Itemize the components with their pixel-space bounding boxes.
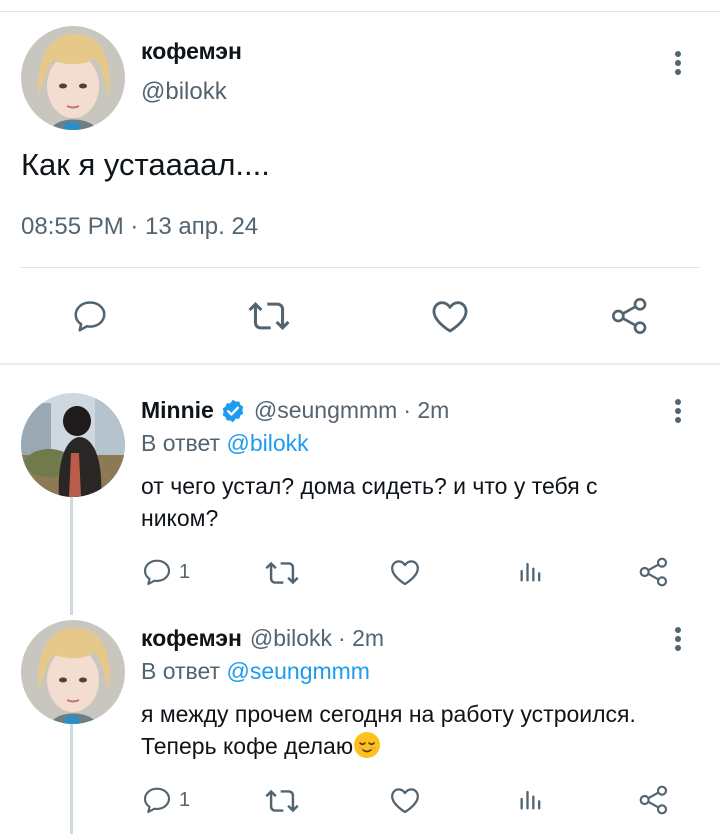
reply-button[interactable]: [71, 297, 109, 335]
reply-author-name[interactable]: кофемэн: [141, 625, 242, 652]
share-button[interactable]: [638, 556, 670, 588]
reply-author-handle[interactable]: @seungmmm: [254, 397, 398, 424]
retweet-icon: [248, 301, 290, 331]
retweet-button[interactable]: [247, 297, 291, 335]
reply-avatar[interactable]: [21, 620, 125, 724]
reply-header: кофемэн @bilokk · 2m: [141, 625, 384, 652]
like-button[interactable]: [389, 785, 421, 815]
reply-time: · 2m: [338, 625, 385, 651]
share-icon: [639, 557, 668, 587]
analytics-button[interactable]: [517, 785, 545, 813]
share-icon: [639, 785, 668, 815]
analytics-button[interactable]: [517, 557, 545, 585]
retweet-button[interactable]: [264, 558, 300, 588]
reply-icon: [143, 559, 171, 586]
author-avatar[interactable]: [21, 26, 125, 130]
reply-button[interactable]: 1: [141, 784, 190, 816]
reply-header: Minnie @seungmmm · 2m: [141, 397, 449, 424]
retweet-icon: [265, 789, 299, 813]
like-icon: [391, 560, 419, 586]
reply-author-name[interactable]: Minnie: [141, 397, 214, 424]
retweet-icon: [265, 561, 299, 585]
thread-line: [70, 724, 73, 834]
reply-button[interactable]: 1: [141, 556, 190, 588]
relieved-face-emoji: [354, 732, 381, 758]
replying-to-label: В ответ: [141, 430, 221, 456]
author-name[interactable]: кофемэн: [141, 38, 242, 65]
reply-avatar[interactable]: [21, 393, 125, 497]
share-icon: [612, 298, 647, 334]
like-button[interactable]: [389, 557, 421, 587]
replying-to-mention[interactable]: @bilokk: [226, 430, 308, 456]
reply-icon: [143, 787, 171, 814]
reply-count: 1: [179, 560, 191, 583]
reply-text-container: я между прочем сегодня на работу устроил…: [141, 698, 681, 762]
reply-text: от чего устал? дома сидеть? и что у тебя…: [141, 473, 598, 531]
section-separator: [0, 363, 720, 365]
replying-to: В ответ @bilokk: [141, 430, 309, 457]
replying-to: В ответ @seungmmm: [141, 658, 370, 685]
tweet-timestamp[interactable]: 08:55 PM · 13 апр. 24: [21, 213, 258, 241]
verified-badge-icon: [222, 399, 244, 422]
retweet-button[interactable]: [264, 786, 300, 816]
divider: [21, 267, 699, 268]
share-button[interactable]: [638, 784, 670, 816]
like-icon: [432, 301, 468, 333]
reply-time: · 2m: [403, 397, 450, 423]
more-icon[interactable]: [673, 627, 683, 654]
author-handle[interactable]: @bilokk: [141, 78, 227, 106]
replying-to-label: В ответ: [141, 658, 221, 684]
analytics-icon: [520, 790, 541, 810]
reply-text: я между прочем сегодня на работу устроил…: [141, 701, 636, 759]
like-icon: [391, 788, 419, 814]
reply-icon: [74, 301, 106, 332]
reply-count: 1: [179, 788, 191, 811]
like-button[interactable]: [430, 297, 470, 335]
tweet-text: Как я устаааал....: [21, 147, 270, 182]
more-icon[interactable]: [673, 51, 683, 78]
reply-author-handle[interactable]: @bilokk: [250, 625, 332, 652]
thread-line: [70, 497, 73, 615]
top-divider: [0, 11, 720, 12]
share-button[interactable]: [610, 296, 650, 336]
replying-to-mention[interactable]: @seungmmm: [226, 658, 370, 684]
more-icon[interactable]: [673, 399, 683, 426]
analytics-icon: [520, 562, 541, 582]
